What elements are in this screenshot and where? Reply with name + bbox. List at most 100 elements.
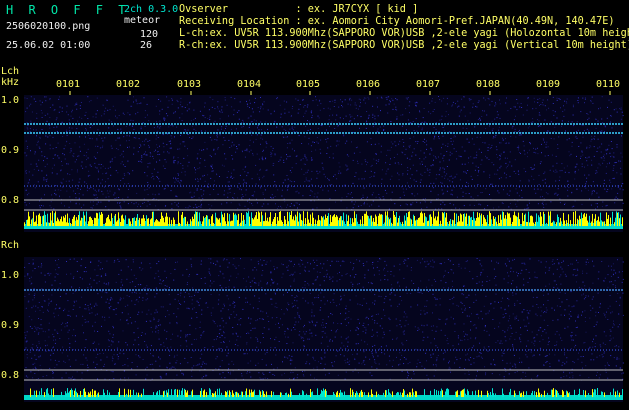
noise-speck (163, 117, 165, 119)
noise-speck (368, 205, 370, 207)
noise-speck (517, 275, 519, 277)
noise-speck (222, 259, 224, 261)
noise-speck (480, 310, 482, 312)
meteor-bar (106, 218, 107, 226)
noise-speck (398, 163, 400, 165)
noise-speck (353, 118, 355, 120)
noise-speck (155, 205, 157, 207)
meteor-bar (173, 217, 174, 226)
noise-speck (262, 138, 263, 140)
noise-speck (153, 127, 155, 129)
noise-speck (352, 283, 354, 285)
noise-speck (51, 350, 53, 352)
noise-speck (340, 200, 342, 202)
noise-speck (300, 318, 302, 320)
noise-speck (271, 278, 272, 280)
noise-speck (471, 138, 473, 140)
noise-speck (527, 318, 529, 320)
noise-speck (478, 203, 480, 205)
noise-speck (449, 180, 451, 182)
meteor-bar (183, 218, 184, 226)
noise-speck (297, 99, 299, 101)
noise-speck (463, 96, 464, 98)
noise-speck (26, 357, 28, 359)
meteor-bar (414, 216, 415, 226)
noise-speck (401, 151, 403, 153)
noise-speck (394, 203, 396, 205)
noise-speck (177, 101, 179, 103)
noise-speck (475, 327, 477, 329)
noise-speck (472, 162, 474, 164)
noise-speck (366, 196, 368, 198)
noise-speck (588, 261, 589, 263)
noise-speck (581, 294, 583, 296)
noise-speck (435, 345, 437, 347)
noise-speck (420, 150, 422, 152)
noise-speck (314, 262, 315, 263)
noise-speck (448, 366, 450, 368)
meteor-bar (327, 216, 328, 226)
noise-speck (515, 173, 517, 174)
noise-speck (488, 346, 490, 348)
meteor-bar (566, 220, 567, 226)
noise-speck (469, 307, 471, 308)
noise-speck (323, 296, 325, 298)
noise-speck (53, 312, 55, 314)
noise-speck (556, 331, 558, 333)
noise-speck (107, 109, 109, 111)
noise-speck (138, 160, 139, 162)
noise-speck (73, 300, 75, 302)
noise-speck (250, 337, 252, 339)
noise-speck (354, 102, 356, 104)
meteor-bar (404, 215, 405, 226)
noise-speck (401, 163, 402, 165)
noise-speck (433, 155, 435, 157)
noise-speck (539, 163, 541, 165)
noise-speck (134, 291, 136, 293)
noise-speck (561, 170, 563, 172)
meteor-bar (472, 220, 473, 226)
meteor-bar (88, 221, 89, 226)
noise-speck (287, 186, 289, 188)
meteor-bar (447, 222, 448, 226)
meteor-bar (423, 222, 424, 226)
noise-speck (174, 160, 176, 161)
noise-speck (332, 365, 334, 367)
noise-speck (553, 286, 555, 288)
noise-speck (94, 198, 96, 199)
noise-speck (87, 187, 88, 189)
noise-speck (111, 298, 113, 300)
meteor-bar (181, 214, 182, 226)
meteor-bar (435, 216, 436, 226)
noise-speck (201, 130, 202, 132)
noise-speck (58, 287, 60, 289)
noise-speck (48, 310, 49, 312)
noise-speck (539, 196, 541, 198)
noise-speck (485, 313, 487, 315)
noise-speck (609, 295, 611, 296)
noise-speck (221, 287, 223, 289)
noise-speck (371, 204, 373, 206)
noise-speck (54, 154, 56, 155)
noise-speck (616, 111, 618, 113)
noise-speck (64, 145, 66, 147)
noise-speck (577, 269, 579, 271)
noise-speck (452, 101, 454, 103)
meteor-bar (429, 214, 430, 226)
noise-speck (353, 152, 355, 154)
noise-speck (514, 372, 516, 374)
noise-speck (332, 114, 334, 116)
noise-speck (338, 122, 340, 124)
noise-speck (502, 359, 504, 361)
noise-speck (592, 346, 594, 348)
noise-speck (525, 269, 527, 271)
noise-speck (255, 282, 257, 284)
noise-speck (358, 205, 360, 207)
noise-speck (38, 340, 40, 342)
noise-speck (96, 110, 98, 112)
noise-speck (117, 202, 119, 204)
noise-speck (358, 178, 360, 180)
noise-speck (353, 263, 355, 264)
noise-speck (94, 166, 96, 168)
noise-speck (70, 148, 72, 150)
